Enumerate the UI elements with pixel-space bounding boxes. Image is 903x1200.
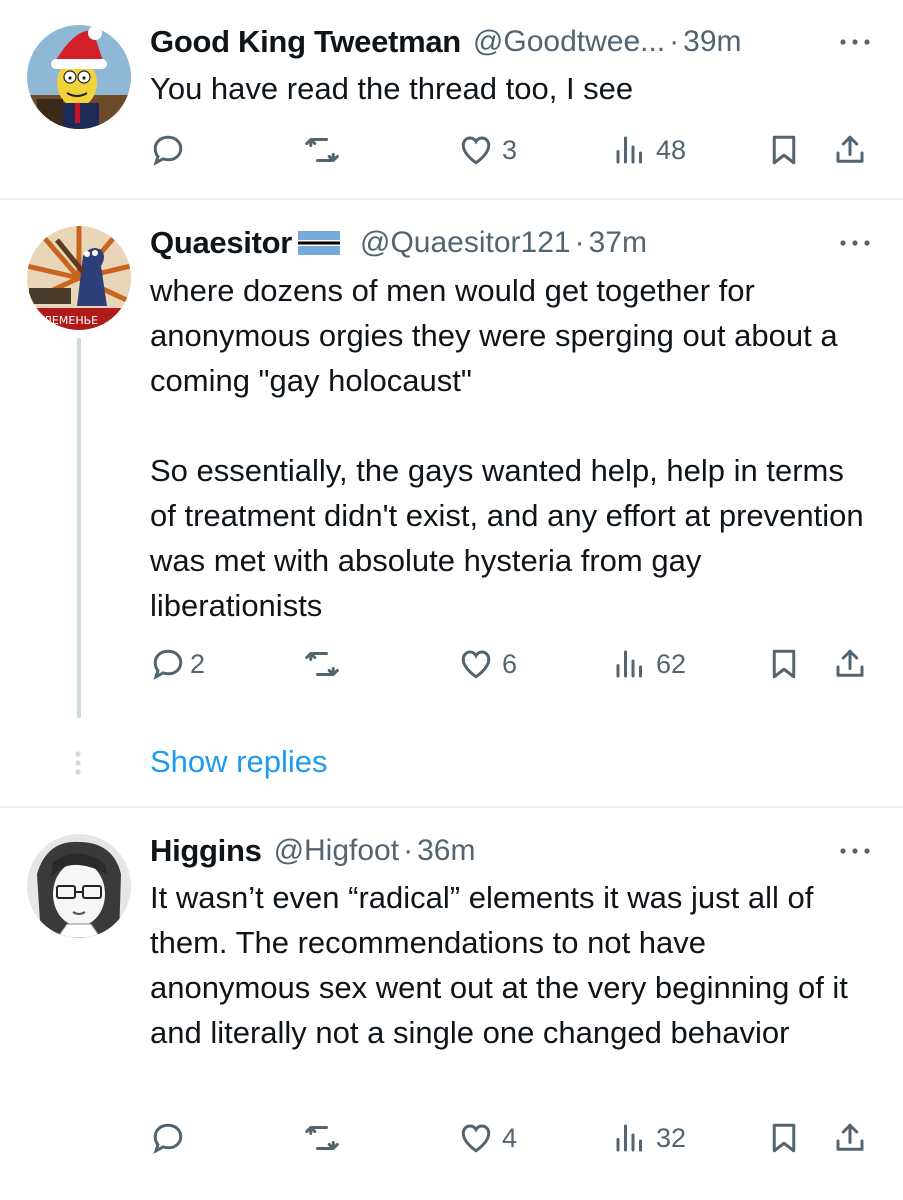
view-count: 32: [656, 1122, 687, 1153]
display-name[interactable]: Good King Tweetman: [150, 24, 461, 60]
view-count: 62: [656, 648, 687, 679]
reply-button[interactable]: [150, 128, 194, 172]
like-button[interactable]: 3: [458, 128, 517, 172]
tweet-paragraph: You have read the thread too, I see: [150, 71, 634, 106]
separator-dot: ·: [403, 834, 414, 867]
like-button[interactable]: 6: [458, 642, 517, 686]
tweet-1[interactable]: Good King Tweetman @Goodtwee... · 39m Yo…: [0, 0, 903, 198]
show-replies-link[interactable]: Show replies: [150, 744, 327, 780]
santa-hat-cartoon-avatar: [27, 25, 131, 129]
separator-dot: ·: [669, 25, 680, 58]
bookmark-button[interactable]: [766, 642, 802, 686]
tweet-text: You have read the thread too, I see: [150, 66, 873, 111]
bookmark-button[interactable]: [766, 128, 802, 172]
views-icon: [612, 646, 648, 682]
like-count: 4: [502, 1122, 518, 1153]
user-handle[interactable]: @Higfoot: [274, 834, 400, 868]
poster-lettering: ОЛЕМЕНЬЕ: [35, 314, 98, 327]
share-icon: [832, 646, 868, 682]
timestamp[interactable]: 36m: [417, 834, 475, 868]
tweet-paragraph: So essentially, the gays wanted help, he…: [150, 453, 864, 623]
thread-more-dots-icon: [75, 751, 81, 775]
share-button[interactable]: [832, 642, 868, 686]
display-name[interactable]: Higgins: [150, 833, 262, 869]
action-bar: 3 48: [150, 128, 880, 172]
bookmark-icon: [766, 1120, 802, 1156]
botswana-flag-icon: [298, 231, 341, 255]
user-handle[interactable]: @Quaesitor121: [360, 226, 571, 260]
retweet-icon: [304, 1120, 340, 1156]
tweet-paragraph: It wasn’t even “radical” elements it was…: [150, 880, 848, 1050]
tweet-text: where dozens of men would get together f…: [150, 268, 873, 628]
propaganda-poster-avatar: ОЛЕМЕНЬЕ: [27, 226, 131, 330]
more-options-icon[interactable]: [837, 236, 873, 250]
more-options-icon[interactable]: [837, 35, 873, 49]
retweet-icon: [304, 132, 340, 168]
more-options-icon[interactable]: [837, 844, 873, 858]
tweet-header: Quaesitor @Quaesitor121 · 37m: [150, 221, 873, 265]
view-count: 48: [656, 134, 687, 165]
reply-icon: [150, 132, 186, 168]
bookmark-icon: [766, 646, 802, 682]
user-handle[interactable]: @Goodtwee...: [473, 25, 665, 59]
views-button[interactable]: 62: [612, 642, 686, 686]
thread-line: [77, 338, 81, 718]
like-button[interactable]: 4: [458, 1116, 517, 1160]
retweet-button[interactable]: [304, 1116, 348, 1160]
display-name[interactable]: Quaesitor: [150, 225, 292, 261]
reply-button[interactable]: 2: [150, 642, 205, 686]
views-button[interactable]: 32: [612, 1116, 686, 1160]
tweet-3[interactable]: Higgins @Higfoot · 36m It wasn’t even “r…: [0, 808, 903, 1200]
heart-icon: [458, 646, 494, 682]
bookmark-button[interactable]: [766, 1116, 802, 1160]
retweet-icon: [304, 646, 340, 682]
avatar[interactable]: [27, 834, 131, 938]
views-button[interactable]: 48: [612, 128, 686, 172]
like-count: 6: [502, 648, 518, 679]
timestamp[interactable]: 39m: [683, 25, 741, 59]
action-bar: 2 6 62: [150, 642, 880, 686]
separator-dot: ·: [574, 226, 585, 259]
reply-count: 2: [190, 648, 206, 679]
manga-glasses-avatar: [27, 834, 131, 938]
tweet-header: Higgins @Higfoot · 36m: [150, 829, 873, 873]
avatar[interactable]: ОЛЕМЕНЬЕ: [27, 226, 131, 330]
reply-icon: [150, 1120, 186, 1156]
reply-button[interactable]: [150, 1116, 194, 1160]
views-icon: [612, 132, 648, 168]
heart-icon: [458, 132, 494, 168]
share-icon: [832, 1120, 868, 1156]
tweet-text: It wasn’t even “radical” elements it was…: [150, 875, 873, 1055]
tweet-header: Good King Tweetman @Goodtwee... · 39m: [150, 20, 873, 64]
tweet-paragraph: where dozens of men would get together f…: [150, 273, 838, 398]
retweet-button[interactable]: [304, 642, 348, 686]
action-bar: 4 32: [150, 1116, 880, 1160]
tweet-2[interactable]: ОЛЕМЕНЬЕ Quaesitor @Quaesitor121 · 37m w…: [0, 200, 903, 806]
share-button[interactable]: [832, 128, 868, 172]
share-button[interactable]: [832, 1116, 868, 1160]
retweet-button[interactable]: [304, 128, 348, 172]
reply-icon: [150, 646, 186, 682]
heart-icon: [458, 1120, 494, 1156]
share-icon: [832, 132, 868, 168]
timestamp[interactable]: 37m: [589, 226, 647, 260]
views-icon: [612, 1120, 648, 1156]
avatar[interactable]: [27, 25, 131, 129]
like-count: 3: [502, 134, 518, 165]
bookmark-icon: [766, 132, 802, 168]
